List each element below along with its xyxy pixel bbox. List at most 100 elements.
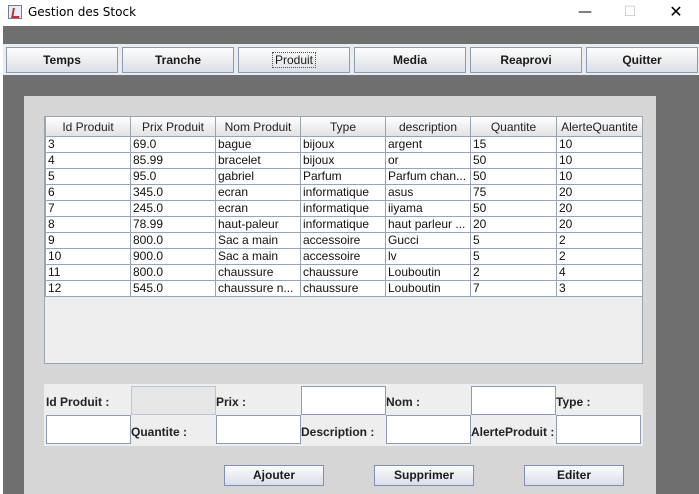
column-header[interactable]: description: [385, 117, 471, 137]
quantite-field[interactable]: [216, 415, 301, 444]
menu-tranche-button[interactable]: Tranche: [122, 47, 234, 73]
table-cell[interactable]: 6: [45, 184, 131, 201]
table-row[interactable]: 3 69.0 bague bijoux argent 15 10: [45, 136, 642, 153]
table-cell[interactable]: 900.0: [130, 248, 216, 265]
table-cell[interactable]: lv: [385, 248, 471, 265]
table-row[interactable]: 11 800.0 chaussure chaussure Louboutin 2 4: [45, 264, 642, 281]
nom-field[interactable]: [471, 386, 556, 415]
table-cell[interactable]: haut parleur ...: [385, 216, 471, 233]
table-cell[interactable]: 20: [470, 216, 557, 233]
table-cell[interactable]: asus: [385, 184, 471, 201]
table-cell[interactable]: informatique: [300, 200, 386, 217]
table-cell[interactable]: 50: [470, 200, 557, 217]
column-header[interactable]: Prix Produit: [130, 117, 216, 137]
table-cell[interactable]: 12: [45, 280, 131, 297]
table-cell[interactable]: 95.0: [130, 168, 216, 185]
table-row[interactable]: 7 245.0 ecran informatique iiyama 50 20: [45, 200, 642, 217]
table-cell[interactable]: 10: [556, 168, 642, 185]
menu-media-button[interactable]: Media: [354, 47, 466, 73]
product-table[interactable]: Id Produit Prix Produit Nom Produit Type des…: [44, 116, 643, 364]
table-cell[interactable]: Sac a main: [215, 232, 301, 249]
menu-reaprovi-button[interactable]: Reaprovi: [470, 47, 582, 73]
description-field[interactable]: [386, 415, 471, 444]
table-cell[interactable]: 20: [556, 184, 642, 201]
table-cell[interactable]: 85.99: [130, 152, 216, 169]
menu-produit-button[interactable]: Produit: [238, 47, 350, 73]
table-cell[interactable]: Louboutin: [385, 280, 471, 297]
table-cell[interactable]: 3: [45, 136, 131, 153]
table-cell[interactable]: ecran: [215, 184, 301, 201]
editer-button[interactable]: Editer: [524, 465, 624, 486]
table-cell[interactable]: 800.0: [130, 232, 216, 249]
table-cell[interactable]: 245.0: [130, 200, 216, 217]
table-cell[interactable]: 5: [470, 232, 557, 249]
table-cell[interactable]: 10: [45, 248, 131, 265]
table-cell[interactable]: 2: [556, 248, 642, 265]
table-cell[interactable]: 75: [470, 184, 557, 201]
table-cell[interactable]: 5: [45, 168, 131, 185]
table-cell[interactable]: 50: [470, 168, 557, 185]
table-cell[interactable]: 78.99: [130, 216, 216, 233]
table-cell[interactable]: chaussure: [300, 264, 386, 281]
table-row[interactable]: 9 800.0 Sac a main accessoire Gucci 5 2: [45, 232, 642, 249]
table-cell[interactable]: iiyama: [385, 200, 471, 217]
table-row[interactable]: 8 78.99 haut-paleur informatique haut parleu…: [45, 216, 642, 233]
table-cell[interactable]: 9: [45, 232, 131, 249]
type-field[interactable]: [46, 415, 131, 444]
table-row[interactable]: 5 95.0 gabriel Parfum Parfum chan... 50 10: [45, 168, 642, 185]
table-cell[interactable]: accessoire: [300, 232, 386, 249]
table-cell[interactable]: bracelet: [215, 152, 301, 169]
prix-field[interactable]: [301, 386, 386, 415]
column-header[interactable]: Id Produit: [45, 117, 131, 137]
table-cell[interactable]: 4: [45, 152, 131, 169]
table-cell[interactable]: bijoux: [300, 136, 386, 153]
table-row[interactable]: 4 85.99 bracelet bijoux or 50 10: [45, 152, 642, 169]
table-cell[interactable]: bijoux: [300, 152, 386, 169]
table-cell[interactable]: 2: [470, 264, 557, 281]
table-cell[interactable]: chaussure n...: [215, 280, 301, 297]
table-cell[interactable]: informatique: [300, 184, 386, 201]
table-cell[interactable]: Parfum chan...: [385, 168, 471, 185]
table-cell[interactable]: 10: [556, 152, 642, 169]
table-cell[interactable]: Louboutin: [385, 264, 471, 281]
table-cell[interactable]: ecran: [215, 200, 301, 217]
table-cell[interactable]: 7: [470, 280, 557, 297]
table-cell[interactable]: Parfum: [300, 168, 386, 185]
table-cell[interactable]: 50: [470, 152, 557, 169]
table-cell[interactable]: 69.0: [130, 136, 216, 153]
table-cell[interactable]: chaussure: [215, 264, 301, 281]
ajouter-button[interactable]: Ajouter: [224, 465, 324, 486]
table-row[interactable]: 6 345.0 ecran informatique asus 75 20: [45, 184, 642, 201]
table-cell[interactable]: 545.0: [130, 280, 216, 297]
table-cell[interactable]: 20: [556, 216, 642, 233]
supprimer-button[interactable]: Supprimer: [374, 465, 474, 486]
table-cell[interactable]: Sac a main: [215, 248, 301, 265]
table-cell[interactable]: Gucci: [385, 232, 471, 249]
table-cell[interactable]: accessoire: [300, 248, 386, 265]
minimize-icon[interactable]: —: [562, 0, 608, 26]
table-cell[interactable]: 345.0: [130, 184, 216, 201]
table-cell[interactable]: 15: [470, 136, 557, 153]
table-cell[interactable]: 2: [556, 232, 642, 249]
table-cell[interactable]: informatique: [300, 216, 386, 233]
table-cell[interactable]: bague: [215, 136, 301, 153]
close-icon[interactable]: ✕: [653, 0, 699, 26]
table-cell[interactable]: 11: [45, 264, 131, 281]
table-cell[interactable]: 7: [45, 200, 131, 217]
menu-temps-button[interactable]: Temps: [6, 47, 118, 73]
table-cell[interactable]: 8: [45, 216, 131, 233]
table-row[interactable]: 10 900.0 Sac a main accessoire lv 5 2: [45, 248, 642, 265]
table-cell[interactable]: 3: [556, 280, 642, 297]
table-cell[interactable]: or: [385, 152, 471, 169]
table-cell[interactable]: haut-paleur: [215, 216, 301, 233]
table-cell[interactable]: 20: [556, 200, 642, 217]
table-cell[interactable]: chaussure: [300, 280, 386, 297]
table-cell[interactable]: gabriel: [215, 168, 301, 185]
column-header[interactable]: Quantite: [470, 117, 557, 137]
column-header[interactable]: Nom Produit: [215, 117, 301, 137]
column-header[interactable]: Type: [300, 117, 386, 137]
table-cell[interactable]: 800.0: [130, 264, 216, 281]
table-cell[interactable]: argent: [385, 136, 471, 153]
column-header[interactable]: AlerteQuantite: [556, 117, 642, 137]
table-cell[interactable]: 5: [470, 248, 557, 265]
